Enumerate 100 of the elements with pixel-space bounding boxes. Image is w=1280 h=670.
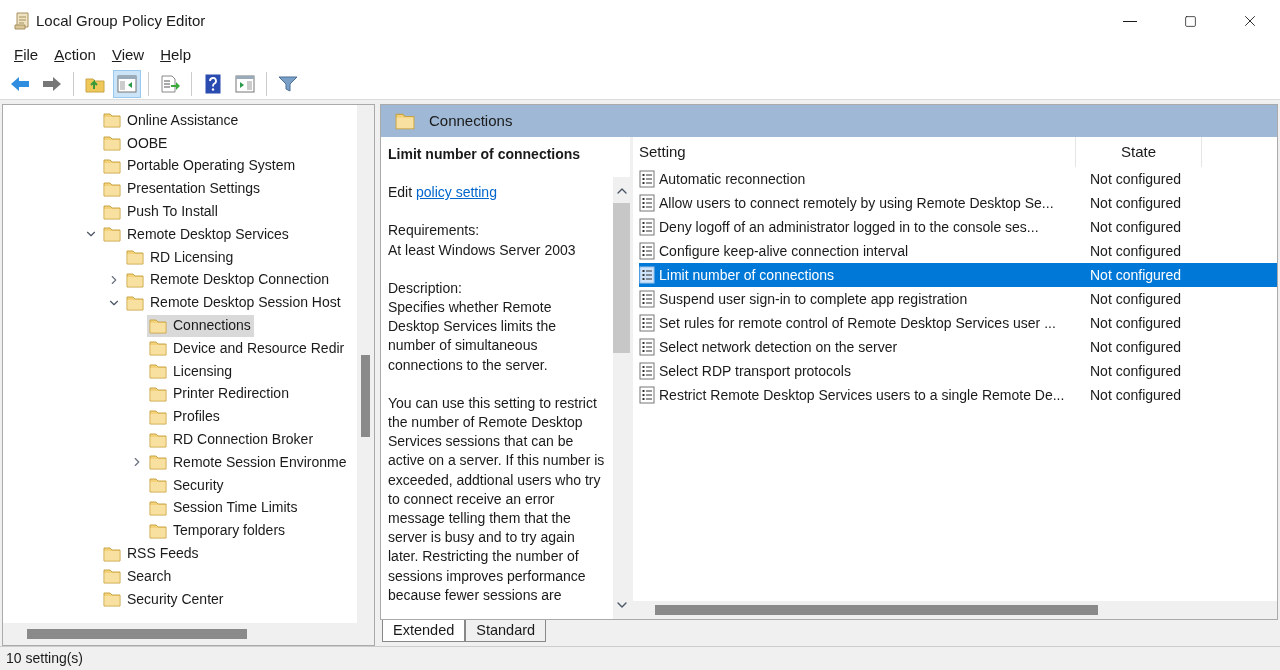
folder-icon xyxy=(395,112,415,130)
policy-document-icon xyxy=(639,170,655,188)
window-title: Local Group Policy Editor xyxy=(36,10,206,31)
policy-title: Limit number of connections xyxy=(388,145,582,164)
folder-icon xyxy=(103,591,121,608)
policy-document-icon xyxy=(639,218,655,236)
folder-icon xyxy=(103,158,121,174)
policy-document-icon xyxy=(639,194,655,212)
tree-item[interactable]: OOBE xyxy=(101,132,171,155)
action-pane-icon xyxy=(235,74,255,93)
folder-icon xyxy=(149,522,167,539)
folder-icon xyxy=(126,271,144,288)
folder-icon xyxy=(149,363,167,380)
description-label: Description: xyxy=(388,278,463,298)
tree-item[interactable]: Push To Install xyxy=(101,200,221,223)
folder-icon xyxy=(103,226,121,243)
console-tree-icon xyxy=(117,74,137,93)
tree-item[interactable]: Search xyxy=(101,565,175,588)
menu-item[interactable]: Action xyxy=(46,43,104,67)
folder-icon xyxy=(126,294,144,311)
menu-item[interactable]: Help xyxy=(152,43,199,67)
setting-state: Not configured xyxy=(1089,217,1182,237)
policy-document-icon xyxy=(639,242,655,260)
settings-row[interactable]: Set rules for remote control of Remote Desktop Services user ... Not configured xyxy=(639,311,1277,335)
folder-icon xyxy=(103,203,121,220)
status-text: 10 setting(s) xyxy=(6,649,84,668)
tree-item[interactable]: Remote Desktop Services xyxy=(101,223,292,246)
tree-item[interactable]: Remote Session Environme xyxy=(147,451,350,474)
policy-document-icon xyxy=(639,266,655,284)
tree-item[interactable]: Profiles xyxy=(147,405,223,428)
folder-icon xyxy=(103,568,121,585)
tree-item[interactable]: Remote Desktop Session Host xyxy=(124,291,344,314)
tree-item[interactable]: RSS Feeds xyxy=(101,542,202,565)
scrollbar-thumb[interactable] xyxy=(27,629,247,639)
setting-name: Select network detection on the server xyxy=(658,337,899,357)
policy-document-icon xyxy=(639,338,655,356)
setting-name: Deny logoff of an administrator logged in to the console ses... xyxy=(658,217,1040,237)
tree-item[interactable]: Session Time Limits xyxy=(147,496,301,519)
setting-name: Restrict Remote Desktop Services users to a single Remote De... xyxy=(658,385,1066,405)
policy-document-icon xyxy=(639,386,655,404)
column-header[interactable]: State xyxy=(1076,137,1202,167)
tree-item[interactable]: Remote Desktop Connection xyxy=(124,268,332,291)
horizontal-scrollbar[interactable] xyxy=(633,601,1277,619)
setting-state: Not configured xyxy=(1089,193,1182,213)
settings-row[interactable]: Select network detection on the server Not configured xyxy=(639,335,1277,359)
setting-name: Set rules for remote control of Remote Desktop Services user ... xyxy=(658,313,1057,333)
tree-item[interactable]: Security Center xyxy=(101,588,227,611)
policy-setting-link[interactable]: policy setting xyxy=(416,184,497,201)
settings-row[interactable]: Configure keep-alive connection interval Not configured xyxy=(639,239,1277,263)
folder-icon xyxy=(103,180,121,197)
folder-icon xyxy=(149,340,167,357)
scrollbar-thumb[interactable] xyxy=(655,605,1098,615)
tree-item[interactable]: Printer Redirection xyxy=(147,382,292,405)
setting-name: Limit number of connections xyxy=(658,265,836,285)
settings-row[interactable]: Suspend user sign-in to complete app registration Not configured xyxy=(639,287,1277,311)
settings-row[interactable]: Automatic reconnection Not configured xyxy=(639,167,1277,191)
folder-icon xyxy=(149,499,167,516)
folder-icon xyxy=(103,545,121,562)
setting-state: Not configured xyxy=(1089,361,1182,381)
view-tab[interactable]: Extended xyxy=(382,620,466,642)
menu-item[interactable]: View xyxy=(103,43,153,67)
setting-state: Not configured xyxy=(1089,241,1182,261)
vertical-scrollbar[interactable] xyxy=(357,105,374,623)
folder-icon xyxy=(103,112,121,129)
tree-item[interactable]: Connections xyxy=(147,314,254,337)
column-header[interactable]: Setting xyxy=(633,137,1076,167)
tree-item[interactable]: Presentation Settings xyxy=(101,177,264,200)
policy-document-icon xyxy=(639,290,655,308)
description-paragraph: Specifies whether Remote Desktop Services limits the number of simultaneous connections to the server. xyxy=(388,298,558,375)
setting-state: Not configured xyxy=(1089,289,1182,309)
scrollbar-thumb[interactable] xyxy=(361,355,370,437)
pane-title: Connections xyxy=(429,110,513,131)
setting-state: Not configured xyxy=(1089,265,1182,285)
folder-icon xyxy=(149,477,167,494)
settings-row[interactable]: Deny logoff of an administrator logged in to the console ses... Not configured xyxy=(639,215,1277,239)
tree-item[interactable]: RD Licensing xyxy=(124,246,237,269)
tree-item[interactable]: Temporary folders xyxy=(147,519,289,542)
view-tab[interactable]: Standard xyxy=(465,620,547,642)
back-arrow-icon xyxy=(10,75,30,92)
horizontal-scrollbar[interactable] xyxy=(3,623,374,645)
policy-document-icon xyxy=(639,362,655,380)
vertical-scrollbar[interactable] xyxy=(613,177,630,619)
tree-item[interactable]: Device and Resource Redir xyxy=(147,337,348,360)
tree-item[interactable]: Online Assistance xyxy=(101,109,242,132)
requirements-text: At least Windows Server 2003 xyxy=(388,240,577,260)
settings-row[interactable]: Restrict Remote Desktop Services users to a single Remote De... Not configured xyxy=(639,383,1277,407)
folder-icon xyxy=(149,385,167,402)
tree-item[interactable]: RD Connection Broker xyxy=(147,428,317,451)
tree-item[interactable]: Portable Operating System xyxy=(101,155,299,177)
folder-icon xyxy=(149,431,167,448)
tree-item[interactable]: Licensing xyxy=(147,360,236,383)
policy-document-icon xyxy=(639,314,655,332)
settings-row[interactable]: Select RDP transport protocols Not configured xyxy=(639,359,1277,383)
scrollbar-thumb[interactable] xyxy=(613,203,630,353)
forward-arrow-icon xyxy=(42,75,62,92)
tree-item[interactable]: Security xyxy=(147,474,227,497)
settings-row[interactable]: Allow users to connect remotely by using Remote Desktop Se... Not configured xyxy=(639,191,1277,215)
menu-item[interactable]: File xyxy=(6,43,47,67)
setting-name: Allow users to connect remotely by using Remote Desktop Se... xyxy=(658,193,1055,213)
settings-row[interactable]: Limit number of connections Not configured xyxy=(639,263,1277,287)
